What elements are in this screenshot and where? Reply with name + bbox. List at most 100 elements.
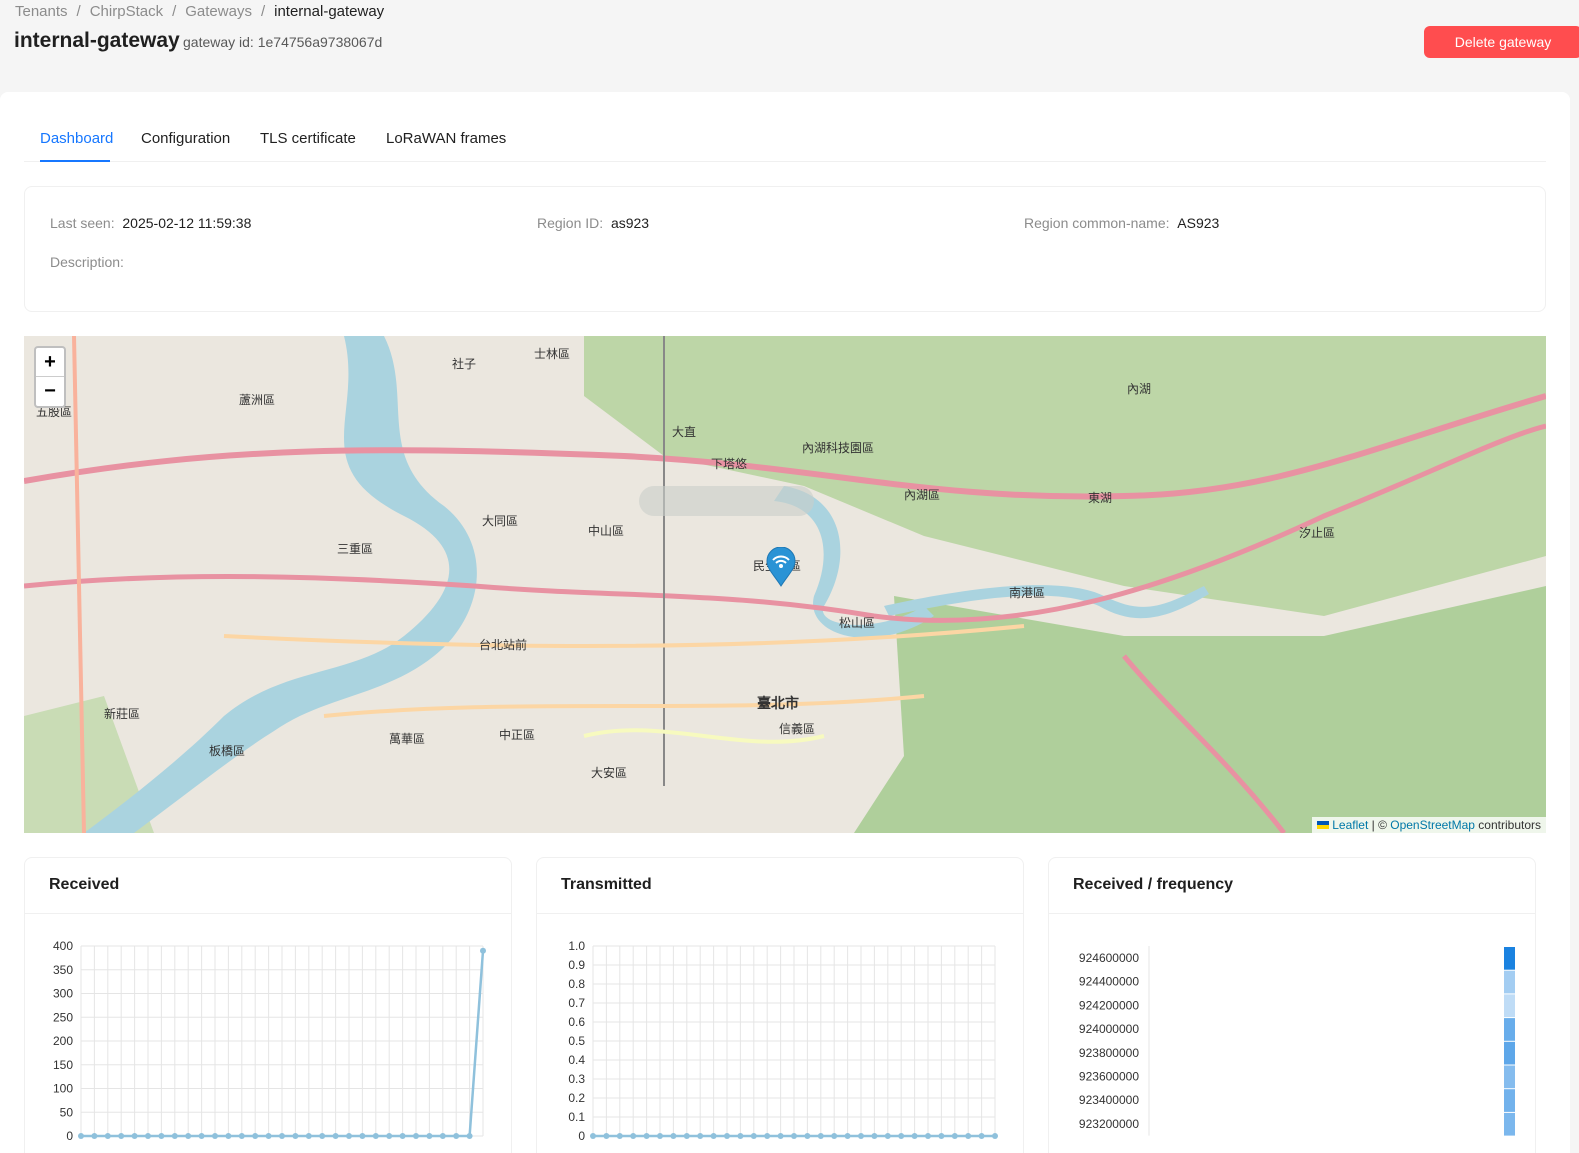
data-point[interactable]	[683, 1133, 690, 1139]
data-point[interactable]	[238, 1133, 245, 1139]
data-point[interactable]	[670, 1133, 677, 1139]
data-point[interactable]	[265, 1133, 272, 1139]
data-point[interactable]	[724, 1133, 730, 1139]
transmitted-chart[interactable]: 1.0 0.9 0.8 0.7 0.6 0.5 0.4 0.3 0.2 0.1 0	[537, 914, 1025, 1153]
data-point[interactable]	[898, 1133, 905, 1139]
y-tick-label: 400	[53, 939, 73, 953]
data-point[interactable]	[764, 1133, 771, 1139]
data-point[interactable]	[104, 1133, 111, 1139]
data-point[interactable]	[938, 1133, 945, 1139]
breadcrumb-tenants[interactable]: Tenants	[15, 3, 68, 20]
heat-cell[interactable]	[1504, 947, 1515, 970]
y-tick-label: 924600000	[1079, 951, 1139, 965]
data-point[interactable]	[697, 1133, 704, 1139]
data-point[interactable]	[332, 1133, 339, 1139]
breadcrumb-gateways[interactable]: Gateways	[185, 3, 252, 20]
map-label: 內湖科技園區	[802, 440, 874, 455]
zoom-in-button[interactable]: +	[36, 348, 64, 377]
data-point[interactable]	[951, 1133, 958, 1139]
frequency-chart[interactable]: 924600000 924400000 924200000 924000000 9238…	[1049, 914, 1537, 1153]
data-point[interactable]	[871, 1133, 878, 1139]
data-point[interactable]	[292, 1133, 299, 1139]
data-point[interactable]	[911, 1133, 918, 1139]
data-point[interactable]	[817, 1133, 824, 1139]
data-point[interactable]	[978, 1133, 985, 1139]
data-point[interactable]	[252, 1133, 259, 1139]
data-point[interactable]	[346, 1133, 352, 1139]
y-tick-label: 923600000	[1079, 1070, 1139, 1084]
data-point[interactable]	[198, 1133, 205, 1139]
ukraine-flag-icon	[1317, 821, 1330, 829]
data-point[interactable]	[657, 1133, 663, 1139]
heat-cell[interactable]	[1504, 1089, 1515, 1112]
data-point[interactable]	[630, 1133, 637, 1139]
heat-cell[interactable]	[1504, 1018, 1515, 1041]
y-tick-label: 200	[53, 1034, 73, 1048]
map-zoom-control: + −	[34, 346, 66, 408]
frequency-card: Received / frequency 924600000 924400000 9…	[1048, 857, 1536, 1153]
data-point[interactable]	[158, 1133, 165, 1139]
data-point[interactable]	[884, 1133, 891, 1139]
y-tick-label: 0	[66, 1129, 73, 1143]
data-point[interactable]	[603, 1133, 610, 1139]
data-point[interactable]	[965, 1133, 972, 1139]
data-point[interactable]	[590, 1133, 596, 1139]
tab-dashboard[interactable]: Dashboard	[40, 130, 113, 147]
data-point[interactable]	[992, 1133, 998, 1139]
data-point[interactable]	[643, 1133, 650, 1139]
data-point[interactable]	[439, 1133, 446, 1139]
description-label: Description	[50, 254, 121, 270]
data-point[interactable]	[413, 1133, 419, 1139]
data-point[interactable]	[386, 1133, 393, 1139]
data-point[interactable]	[78, 1133, 84, 1139]
data-point[interactable]	[426, 1133, 433, 1139]
transmitted-card-title: Transmitted	[537, 858, 1023, 914]
data-point[interactable]	[171, 1133, 178, 1139]
heat-cell[interactable]	[1504, 1065, 1515, 1089]
delete-gateway-button[interactable]: Delete gateway	[1424, 26, 1579, 58]
data-point[interactable]	[372, 1133, 379, 1139]
data-point[interactable]	[858, 1133, 864, 1139]
data-point[interactable]	[750, 1133, 757, 1139]
received-chart[interactable]: 400 350 300 250 200 150 100 50 0	[25, 914, 513, 1153]
data-point[interactable]	[225, 1133, 232, 1139]
data-point[interactable]	[91, 1133, 98, 1139]
heat-cell[interactable]	[1504, 994, 1515, 1018]
data-point[interactable]	[831, 1133, 838, 1139]
heat-cell[interactable]	[1504, 1112, 1515, 1136]
gateway-map[interactable]: 士林區 大直 內湖科技園區 內湖區 中山區 大同區 松山區 臺北市 信義區 南港…	[24, 336, 1546, 833]
tab-configuration[interactable]: Configuration	[141, 130, 230, 147]
data-point[interactable]	[616, 1133, 623, 1139]
data-point[interactable]	[844, 1133, 851, 1139]
data-point[interactable]	[480, 947, 486, 954]
region-name-value: AS923	[1177, 215, 1220, 231]
data-point[interactable]	[399, 1133, 406, 1139]
heat-cell[interactable]	[1504, 1041, 1515, 1065]
zoom-out-button[interactable]: −	[36, 377, 64, 406]
osm-link[interactable]: OpenStreetMap	[1390, 818, 1475, 832]
data-point[interactable]	[777, 1133, 784, 1139]
tab-lorawan-frames[interactable]: LoRaWAN frames	[386, 130, 506, 147]
breadcrumb-tenant[interactable]: ChirpStack	[90, 3, 163, 20]
data-point[interactable]	[279, 1133, 285, 1139]
leaflet-link[interactable]: Leaflet	[1332, 818, 1368, 832]
data-point[interactable]	[305, 1133, 312, 1139]
data-point[interactable]	[925, 1133, 931, 1139]
page-title: internal-gateway	[14, 29, 180, 52]
data-point[interactable]	[710, 1133, 717, 1139]
tab-tls-certificate[interactable]: TLS certificate	[260, 130, 356, 147]
data-point[interactable]	[791, 1133, 797, 1139]
data-point[interactable]	[185, 1133, 192, 1139]
data-point[interactable]	[319, 1133, 326, 1139]
data-point[interactable]	[453, 1133, 460, 1139]
data-point[interactable]	[131, 1133, 138, 1139]
heat-cell[interactable]	[1504, 970, 1515, 994]
data-point[interactable]	[212, 1133, 218, 1139]
data-point[interactable]	[737, 1133, 744, 1139]
data-point[interactable]	[145, 1133, 151, 1139]
data-point[interactable]	[804, 1133, 811, 1139]
data-point[interactable]	[118, 1133, 125, 1139]
y-tick-label: 0.6	[568, 1015, 585, 1029]
data-point[interactable]	[466, 1133, 473, 1139]
data-point[interactable]	[359, 1133, 366, 1139]
